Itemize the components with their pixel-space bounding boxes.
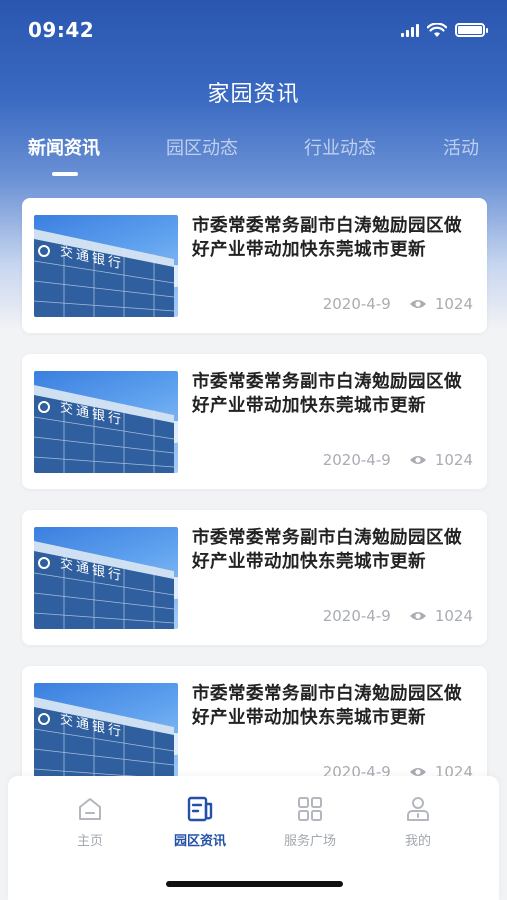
article-views: 1024 <box>409 451 473 469</box>
eye-icon <box>409 612 426 620</box>
article-thumbnail: 交通银行 <box>34 527 178 629</box>
tabbar-label: 园区资讯 <box>173 834 226 849</box>
article-date: 2020-4-9 <box>322 295 391 313</box>
article-title: 市委常委常务副市白涛勉励园区做好产业带动加快东莞城市更新 <box>192 216 462 260</box>
signal-icon <box>401 23 419 37</box>
news-icon <box>187 796 213 822</box>
wifi-icon <box>427 22 447 37</box>
tab-park-news[interactable]: 园区动态 <box>166 134 238 160</box>
article-view-count: 1024 <box>434 607 473 625</box>
article-date: 2020-4-9 <box>322 607 391 625</box>
article-views: 1024 <box>409 607 473 625</box>
grid-icon <box>298 797 322 821</box>
status-bar: 09:42 <box>0 0 507 60</box>
article-title: 市委常委常务副市白涛勉励园区做好产业带动加快东莞城市更新 <box>192 372 462 416</box>
article-view-count: 1024 <box>434 451 473 469</box>
tab-events[interactable]: 活动 <box>443 134 479 160</box>
tab-news[interactable]: 新闻资讯 <box>28 134 100 160</box>
article-meta: 2020-4-9 1024 <box>323 295 473 313</box>
article-card[interactable]: 交通银行 市委常委常务副市白涛勉励园区做好产业带动加快东莞城市更新 2020-4… <box>22 510 487 645</box>
category-tabs: 新闻资讯 园区动态 行业动态 活动 <box>0 134 507 178</box>
tab-industry-news[interactable]: 行业动态 <box>304 134 376 160</box>
status-time: 09:42 <box>28 18 95 42</box>
profile-icon <box>407 797 429 821</box>
article-thumbnail: 交通银行 <box>34 371 178 473</box>
article-date: 2020-4-9 <box>322 451 391 469</box>
home-icon <box>79 798 101 820</box>
article-view-count: 1024 <box>434 295 473 313</box>
article-meta: 2020-4-9 1024 <box>323 451 473 469</box>
battery-icon <box>455 23 488 37</box>
tabbar-item-park-news[interactable]: 园区资讯 <box>160 794 240 849</box>
article-thumbnail: 交通银行 <box>34 215 178 317</box>
eye-icon <box>409 300 426 308</box>
article-title: 市委常委常务副市白涛勉励园区做好产业带动加快东莞城市更新 <box>192 528 462 572</box>
article-title: 市委常委常务副市白涛勉励园区做好产业带动加快东莞城市更新 <box>192 684 462 728</box>
tabbar-label: 服务广场 <box>283 834 336 849</box>
tabbar-item-profile[interactable]: 我的 <box>378 794 458 849</box>
status-icons <box>401 22 488 38</box>
article-card[interactable]: 交通银行 市委常委常务副市白涛勉励园区做好产业带动加快东莞城市更新 2020-4… <box>22 198 487 333</box>
tabbar-label: 我的 <box>404 834 431 849</box>
active-tab-indicator <box>52 172 78 176</box>
article-card[interactable]: 交通银行 市委常委常务副市白涛勉励园区做好产业带动加快东莞城市更新 2020-4… <box>22 354 487 489</box>
article-views: 1024 <box>409 295 473 313</box>
eye-icon <box>409 456 426 464</box>
tabbar-label: 主页 <box>76 834 103 849</box>
article-meta: 2020-4-9 1024 <box>323 607 473 625</box>
article-thumbnail: 交通银行 <box>34 683 178 785</box>
page-title: 家园资讯 <box>207 82 300 107</box>
home-indicator <box>166 881 343 887</box>
tabbar-item-home[interactable]: 主页 <box>50 794 130 849</box>
tabbar-item-services[interactable]: 服务广场 <box>270 794 350 849</box>
